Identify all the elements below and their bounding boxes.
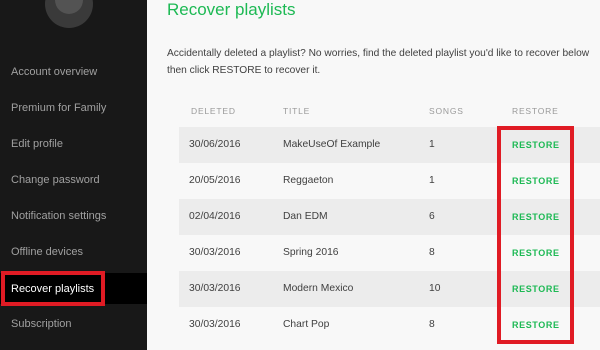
playlist-title-cell: Dan EDM — [283, 211, 328, 222]
column-header-title: TITLE — [283, 106, 311, 116]
song-count-cell: 8 — [429, 319, 435, 330]
avatar-icon — [55, 0, 83, 14]
sidebar-item-change-password[interactable]: Change password — [11, 174, 100, 186]
column-header-songs: SONGS — [429, 106, 464, 116]
sidebar-item-account-overview[interactable]: Account overview — [11, 66, 97, 78]
deleted-date-cell: 20/05/2016 — [189, 175, 241, 186]
column-header-restore: RESTORE — [512, 106, 559, 116]
sidebar-item-notification-settings[interactable]: Notification settings — [11, 210, 106, 222]
song-count-cell: 10 — [429, 283, 441, 294]
restore-button[interactable]: RESTORE — [512, 235, 560, 271]
avatar[interactable] — [45, 0, 93, 28]
table-row: 30/06/2016 MakeUseOf Example 1 RESTORE — [179, 127, 600, 163]
restore-button[interactable]: RESTORE — [512, 163, 560, 199]
playlist-title-cell: Reggaeton — [283, 175, 334, 186]
deleted-date-cell: 02/04/2016 — [189, 211, 241, 222]
table-row: 30/03/2016 Spring 2016 8 RESTORE — [179, 235, 600, 271]
sidebar-item-recover-playlists[interactable]: Recover playlists — [11, 283, 94, 295]
restore-button[interactable]: RESTORE — [512, 307, 560, 343]
song-count-cell: 6 — [429, 211, 435, 222]
sidebar-item-premium-for-family[interactable]: Premium for Family — [11, 102, 106, 114]
table-row: 30/03/2016 Modern Mexico 10 RESTORE — [179, 271, 600, 307]
playlist-title-cell: Spring 2016 — [283, 247, 339, 258]
deleted-date-cell: 30/03/2016 — [189, 283, 241, 294]
playlist-title-cell: MakeUseOf Example — [283, 139, 381, 150]
intro-text: Accidentally deleted a playlist? No worr… — [167, 48, 590, 76]
page-title: Recover playlists — [167, 0, 296, 19]
playlist-title-cell: Chart Pop — [283, 319, 330, 330]
deleted-date-cell: 30/03/2016 — [189, 319, 241, 330]
table-row: 30/03/2016 Chart Pop 8 RESTORE — [179, 307, 600, 343]
song-count-cell: 1 — [429, 175, 435, 186]
main-content: Recover playlists Accidentally deleted a… — [147, 0, 600, 350]
restore-button[interactable]: RESTORE — [512, 127, 560, 163]
column-header-deleted: DELETED — [191, 106, 236, 116]
table-row: 20/05/2016 Reggaeton 1 RESTORE — [179, 163, 600, 199]
sidebar-item-offline-devices[interactable]: Offline devices — [11, 246, 83, 258]
playlist-title-cell: Modern Mexico — [283, 283, 354, 294]
restore-button[interactable]: RESTORE — [512, 199, 560, 235]
deleted-date-cell: 30/03/2016 — [189, 247, 241, 258]
table-row: 02/04/2016 Dan EDM 6 RESTORE — [179, 199, 600, 235]
sidebar-item-edit-profile[interactable]: Edit profile — [11, 138, 63, 150]
deleted-date-cell: 30/06/2016 — [189, 139, 241, 150]
song-count-cell: 1 — [429, 139, 435, 150]
restore-button[interactable]: RESTORE — [512, 271, 560, 307]
sidebar: Account overview Premium for Family Edit… — [0, 0, 147, 350]
sidebar-item-subscription[interactable]: Subscription — [11, 318, 72, 330]
song-count-cell: 8 — [429, 247, 435, 258]
